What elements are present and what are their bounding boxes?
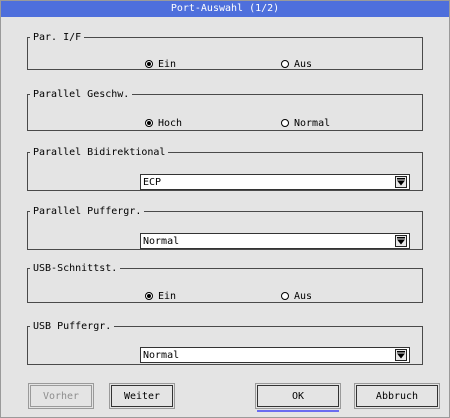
radio-label: Normal bbox=[294, 117, 331, 129]
group-parallel-bidir-label: Parallel Bidirektional bbox=[33, 147, 166, 158]
group-par-if: Par. I/F Ein Aus bbox=[27, 32, 423, 70]
select-value: Normal bbox=[143, 236, 180, 247]
select-value: Normal bbox=[143, 350, 180, 361]
radio-label: Ein bbox=[158, 58, 177, 70]
radio-speed-normal[interactable]: Normal bbox=[281, 116, 330, 130]
radio-selected-icon bbox=[145, 292, 153, 300]
dropdown-arrow-icon[interactable] bbox=[395, 349, 407, 361]
select-usb-buffer[interactable]: Normal bbox=[140, 347, 410, 363]
select-value: ECP bbox=[143, 177, 162, 188]
cancel-button[interactable]: Abbruch bbox=[354, 383, 440, 409]
group-parallel-speed: Parallel Geschw. Hoch Normal bbox=[27, 89, 423, 131]
next-button[interactable]: Weiter bbox=[109, 383, 175, 409]
radio-par-if-on[interactable]: Ein bbox=[145, 57, 176, 71]
radio-usb-on[interactable]: Ein bbox=[145, 289, 176, 303]
radio-label: Aus bbox=[294, 290, 313, 302]
radio-selected-icon bbox=[145, 60, 153, 68]
radio-speed-high[interactable]: Hoch bbox=[145, 116, 182, 130]
radio-par-if-off[interactable]: Aus bbox=[281, 57, 312, 71]
dropdown-arrow-icon[interactable] bbox=[395, 235, 407, 247]
select-parallel-bidir[interactable]: ECP bbox=[140, 174, 410, 190]
select-parallel-buffer[interactable]: Normal bbox=[140, 233, 410, 249]
group-usb-interface-label: USB-Schnittst. bbox=[33, 263, 118, 274]
group-usb-buffer: USB Puffergr. Normal bbox=[27, 321, 423, 365]
radio-unselected-icon bbox=[281, 60, 289, 68]
radio-selected-icon bbox=[145, 119, 153, 127]
window-title: Port-Auswahl (1/2) bbox=[1, 1, 449, 17]
radio-label: Ein bbox=[158, 290, 177, 302]
group-par-if-label: Par. I/F bbox=[33, 32, 82, 43]
radio-label: Hoch bbox=[158, 117, 183, 129]
dropdown-arrow-icon[interactable] bbox=[395, 176, 407, 188]
group-parallel-buffer: Parallel Puffergr. Normal bbox=[27, 206, 423, 250]
focus-indicator bbox=[257, 410, 339, 412]
radio-unselected-icon bbox=[281, 119, 289, 127]
group-usb-buffer-label: USB Puffergr. bbox=[33, 321, 112, 332]
radio-usb-off[interactable]: Aus bbox=[281, 289, 312, 303]
radio-unselected-icon bbox=[281, 292, 289, 300]
port-selection-dialog: Port-Auswahl (1/2) Par. I/F Ein Aus Para… bbox=[0, 0, 450, 418]
group-parallel-buffer-label: Parallel Puffergr. bbox=[33, 206, 142, 217]
back-button[interactable]: Vorher bbox=[28, 383, 94, 409]
group-usb-interface: USB-Schnittst. Ein Aus bbox=[27, 263, 423, 303]
group-parallel-bidir: Parallel Bidirektional ECP bbox=[27, 147, 423, 191]
radio-label: Aus bbox=[294, 58, 313, 70]
group-parallel-speed-label: Parallel Geschw. bbox=[33, 89, 130, 100]
ok-button[interactable]: OK bbox=[255, 383, 341, 409]
